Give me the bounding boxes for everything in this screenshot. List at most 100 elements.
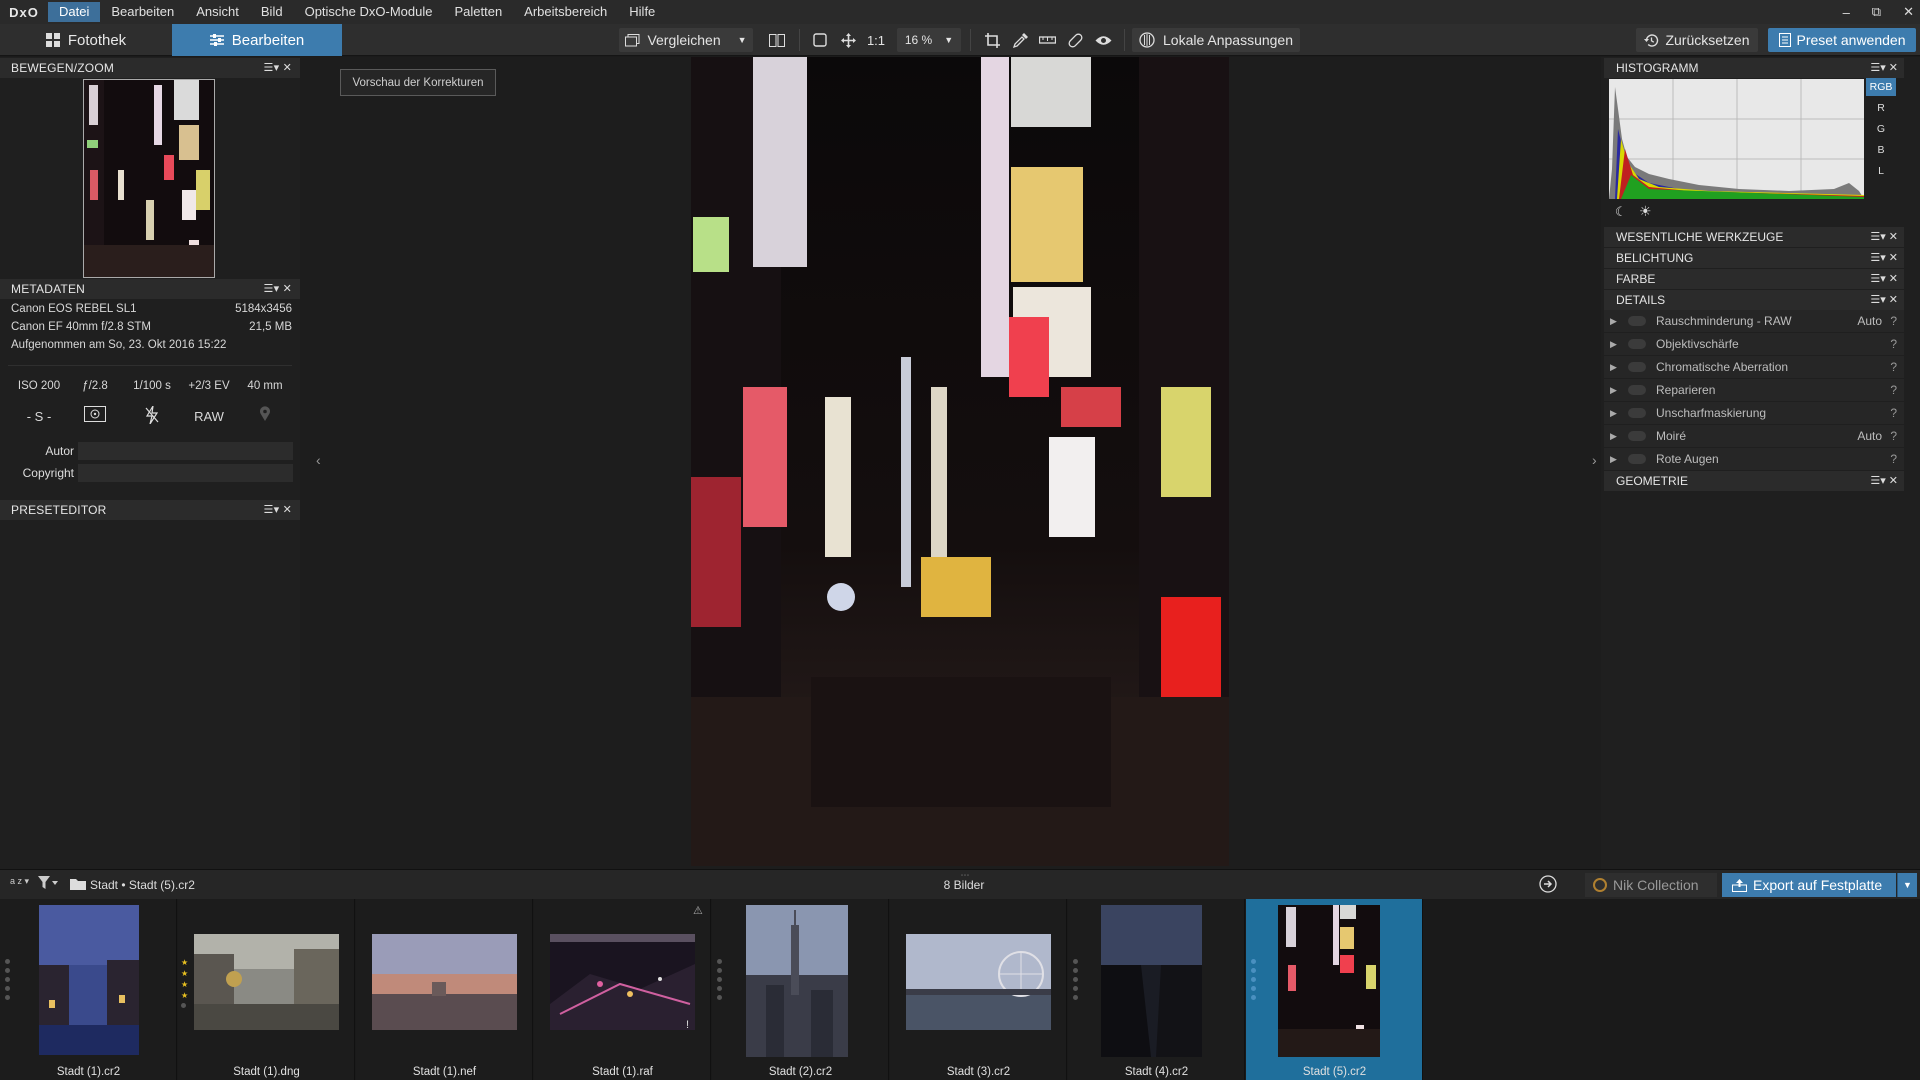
move-button[interactable]: [836, 28, 860, 52]
panel-menu-icon[interactable]: ☰▾ ✕: [264, 282, 292, 295]
apply-preset-button[interactable]: Preset anwenden: [1768, 28, 1916, 52]
thumbnail-rating-dots[interactable]: [1073, 959, 1079, 1000]
navigator-thumbnail[interactable]: [83, 79, 215, 278]
expand-arrow-icon[interactable]: ▶: [1610, 385, 1622, 396]
share-button[interactable]: [1539, 875, 1557, 896]
detail-item-repair[interactable]: ▶ Reparieren ?: [1604, 379, 1904, 401]
expand-arrow-icon[interactable]: ▶: [1610, 362, 1622, 373]
thumbnail-selected[interactable]: Stadt (5).cr2: [1246, 899, 1423, 1080]
toggle-switch[interactable]: [1628, 362, 1646, 372]
menu-bearbeiten[interactable]: Bearbeiten: [100, 2, 185, 22]
toggle-switch[interactable]: [1628, 454, 1646, 464]
thumbnail[interactable]: Stadt (3).cr2: [890, 899, 1067, 1080]
repair-tool-button[interactable]: [1063, 28, 1087, 52]
menu-paletten[interactable]: Paletten: [443, 2, 513, 22]
author-field[interactable]: [78, 442, 293, 460]
expand-arrow-icon[interactable]: ▶: [1610, 408, 1622, 419]
zoom-select[interactable]: 16 % ▼: [897, 28, 961, 52]
help-icon[interactable]: ?: [1890, 406, 1897, 420]
thumbnail-rating-dots[interactable]: [1251, 959, 1257, 1000]
crop-tool-button[interactable]: [980, 28, 1004, 52]
menu-datei[interactable]: Datei: [48, 2, 101, 22]
thumbnail-rating-dots[interactable]: [717, 959, 723, 1000]
copyright-field[interactable]: [78, 464, 293, 482]
export-button[interactable]: Export auf Festplatte: [1722, 873, 1896, 897]
geometry-header[interactable]: GEOMETRIE ☰▾ ✕: [1604, 471, 1904, 491]
thumbnail[interactable]: Stadt (1).nef: [356, 899, 533, 1080]
channel-r[interactable]: R: [1866, 99, 1896, 117]
thumbnail-rating-dots[interactable]: [5, 959, 11, 1000]
detail-item-chromatic-aberration[interactable]: ▶ Chromatische Aberration ?: [1604, 356, 1904, 378]
channel-g[interactable]: G: [1866, 120, 1896, 138]
histogram-header[interactable]: HISTOGRAMM ☰▾ ✕: [1604, 58, 1904, 78]
detail-item-lens-sharpness[interactable]: ▶ Objektivschärfe ?: [1604, 333, 1904, 355]
menu-bild[interactable]: Bild: [250, 2, 294, 22]
help-icon[interactable]: ?: [1890, 429, 1897, 443]
toggle-switch[interactable]: [1628, 431, 1646, 441]
filter-button[interactable]: [38, 876, 58, 893]
menu-arbeitsbereich[interactable]: Arbeitsbereich: [513, 2, 618, 22]
close-button[interactable]: ✕: [1903, 4, 1914, 20]
expand-arrow-icon[interactable]: ▶: [1610, 431, 1622, 442]
breadcrumb-folder[interactable]: Stadt: [90, 878, 118, 892]
detail-item-red-eye[interactable]: ▶ Rote Augen ?: [1604, 448, 1904, 470]
menu-hilfe[interactable]: Hilfe: [618, 2, 666, 22]
tab-fotothek[interactable]: Fotothek: [0, 24, 172, 56]
help-icon[interactable]: ?: [1890, 314, 1897, 328]
panel-menu-icon[interactable]: ☰▾ ✕: [1870, 293, 1898, 306]
restore-button[interactable]: ⧉: [1872, 4, 1881, 20]
toggle-switch[interactable]: [1628, 316, 1646, 326]
detail-item-moire[interactable]: ▶ Moiré Auto ?: [1604, 425, 1904, 447]
sort-button[interactable]: a z ▾: [10, 877, 30, 886]
help-icon[interactable]: ?: [1890, 360, 1897, 374]
move-zoom-header[interactable]: BEWEGEN/ZOOM ☰▾ ✕: [0, 58, 300, 78]
thumbnail[interactable]: ★ ★ ★ ★ Stadt (1).dng: [178, 899, 355, 1080]
thumbnail[interactable]: Stadt (1).cr2: [0, 899, 177, 1080]
panel-menu-icon[interactable]: ☰▾ ✕: [1870, 230, 1898, 243]
expand-arrow-icon[interactable]: ▶: [1610, 339, 1622, 350]
tab-bearbeiten[interactable]: Bearbeiten: [172, 24, 342, 56]
exposure-header[interactable]: BELICHTUNG ☰▾ ✕: [1604, 248, 1904, 268]
help-icon[interactable]: ?: [1890, 337, 1897, 351]
local-adjustments-button[interactable]: Lokale Anpassungen: [1132, 28, 1300, 52]
menu-optische-module[interactable]: Optische DxO-Module: [294, 2, 444, 22]
thumbnail[interactable]: Stadt (4).cr2: [1068, 899, 1245, 1080]
shadow-clipping-icon[interactable]: ☾: [1615, 204, 1627, 220]
nik-collection-button[interactable]: Nik Collection: [1585, 873, 1717, 897]
preset-editor-header[interactable]: PRESETEDITOR ☰▾ ✕: [0, 500, 300, 520]
chevron-down-icon[interactable]: ▼: [738, 35, 747, 45]
horizon-tool-button[interactable]: [1035, 28, 1059, 52]
detail-item-unsharp-mask[interactable]: ▶ Unscharfmaskierung ?: [1604, 402, 1904, 424]
panel-menu-icon[interactable]: ☰▾ ✕: [264, 503, 292, 516]
fit-screen-button[interactable]: [808, 28, 832, 52]
thumbnail[interactable]: Stadt (2).cr2: [712, 899, 889, 1080]
collapse-right-icon[interactable]: ›: [1592, 452, 1597, 468]
panel-menu-icon[interactable]: ☰▾ ✕: [1870, 272, 1898, 285]
detail-item-noise-reduction[interactable]: ▶ Rauschminderung - RAW Auto ?: [1604, 310, 1904, 332]
help-icon[interactable]: ?: [1890, 383, 1897, 397]
help-icon[interactable]: ?: [1890, 452, 1897, 466]
expand-arrow-icon[interactable]: ▶: [1610, 454, 1622, 465]
highlight-clipping-icon[interactable]: ☀: [1639, 203, 1652, 220]
minimize-button[interactable]: –: [1843, 5, 1850, 20]
menu-ansicht[interactable]: Ansicht: [185, 2, 250, 22]
toggle-switch[interactable]: [1628, 408, 1646, 418]
color-header[interactable]: FARBE ☰▾ ✕: [1604, 269, 1904, 289]
expand-arrow-icon[interactable]: ▶: [1610, 316, 1622, 327]
split-view-button[interactable]: [764, 28, 790, 52]
details-header[interactable]: DETAILS ☰▾ ✕: [1604, 290, 1904, 310]
red-eye-tool-button[interactable]: [1090, 28, 1116, 52]
compare-button[interactable]: Vergleichen ▼: [619, 28, 753, 52]
toggle-switch[interactable]: [1628, 385, 1646, 395]
export-dropdown-button[interactable]: ▼: [1897, 873, 1917, 897]
channel-b[interactable]: B: [1866, 141, 1896, 159]
white-balance-picker-button[interactable]: [1008, 28, 1032, 52]
essential-tools-header[interactable]: WESENTLICHE WERKZEUGE ☰▾ ✕: [1604, 227, 1904, 247]
panel-menu-icon[interactable]: ☰▾ ✕: [1870, 474, 1898, 487]
channel-l[interactable]: L: [1866, 162, 1896, 180]
thumbnail-rating-stars[interactable]: ★ ★ ★ ★: [181, 959, 188, 1008]
preview-corrections-button[interactable]: Vorschau der Korrekturen: [340, 69, 496, 96]
toggle-switch[interactable]: [1628, 339, 1646, 349]
channel-rgb[interactable]: RGB: [1866, 78, 1896, 96]
thumbnail[interactable]: ⚠ ! Stadt (1).raf: [534, 899, 711, 1080]
